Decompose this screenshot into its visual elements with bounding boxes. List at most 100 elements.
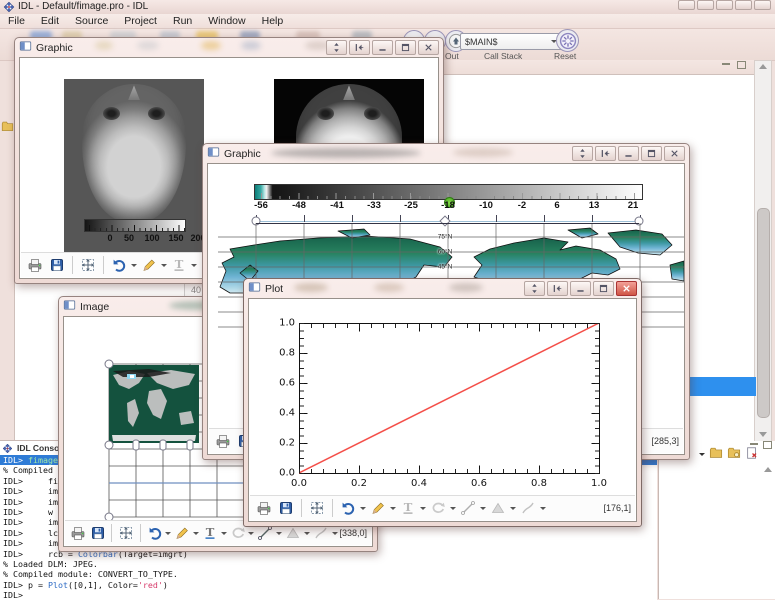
x-tick-label: 0.2 [351,478,367,489]
chevron-down-icon[interactable] [540,507,546,510]
chevron-down-icon[interactable] [510,507,516,510]
chevron-down-icon[interactable] [191,264,197,267]
chevron-down-icon[interactable] [248,532,254,535]
scroll-down-icon[interactable] [759,432,767,437]
polygon-tool-icon[interactable] [488,498,508,518]
selection-handle[interactable] [160,440,167,451]
graphic2-title: Graphic [224,148,261,160]
y-tick-label: 0.4 [269,408,295,419]
chevron-down-icon[interactable] [390,507,396,510]
close-button[interactable] [754,0,771,10]
reset-button[interactable] [556,29,579,52]
menu-file[interactable]: File [0,15,33,27]
save-icon[interactable] [276,498,296,518]
selection-handle[interactable] [105,360,114,369]
plot-window[interactable]: Plot 1.0 0.8 0.6 0.4 0.2 0.0 0.0 [243,278,642,527]
minimize-pane-icon[interactable] [750,443,758,445]
clear-file-icon[interactable] [745,446,759,465]
chevron-down-icon[interactable] [221,532,227,535]
fit-window-button[interactable] [326,40,347,55]
print-icon[interactable] [213,431,233,451]
dock-button[interactable] [349,40,370,55]
undo-icon[interactable] [109,255,129,275]
tick-label: 50 [124,233,134,243]
annotate-pencil-icon[interactable] [368,498,388,518]
maximize-pane-icon[interactable] [737,61,746,69]
maximize-button[interactable] [735,0,752,10]
scroll-up-icon[interactable] [764,467,772,472]
close-button[interactable] [664,146,685,161]
close-button[interactable] [616,281,637,296]
zoom-fit-icon[interactable] [117,523,135,543]
scrollbar-thumb[interactable] [757,208,770,418]
graphic2-titlebar[interactable]: Graphic [203,144,689,163]
chevron-down-icon[interactable] [276,532,282,535]
minimize-button[interactable] [618,146,639,161]
folder-lock-icon[interactable] [727,446,741,465]
call-stack-select[interactable]: $MAIN$ [460,33,562,50]
minimize-pane-icon[interactable] [722,63,730,65]
selection-handle[interactable] [187,440,194,451]
minimize-button[interactable] [570,281,591,296]
arrange-button[interactable] [678,0,695,10]
x-tick-label: 0.4 [411,478,427,489]
graphic1-titlebar[interactable]: Graphic [15,38,443,57]
freehand-tool-icon[interactable] [518,498,538,518]
close-button[interactable] [418,40,439,55]
minimize-button[interactable] [716,0,733,10]
project-folder-icon[interactable] [1,120,14,138]
maximize-button[interactable] [593,281,614,296]
chevron-down-icon[interactable] [161,264,167,267]
fit-window-button[interactable] [572,146,593,161]
chevron-down-icon[interactable] [304,532,310,535]
chevron-down-icon[interactable] [131,264,137,267]
open-folder-icon[interactable] [709,446,723,465]
history-panel[interactable] [658,441,775,599]
maximize-button[interactable] [641,146,662,161]
menu-window[interactable]: Window [200,15,253,27]
menu-edit[interactable]: Edit [33,15,67,27]
editor-scrollbar[interactable] [754,60,772,442]
maximize-button[interactable] [395,40,416,55]
menu-help[interactable]: Help [254,15,292,27]
chevron-down-icon[interactable] [480,507,486,510]
save-icon[interactable] [47,255,67,275]
chevron-down-icon[interactable] [450,507,456,510]
chevron-down-icon[interactable] [360,507,366,510]
selection-handle[interactable] [105,441,114,450]
text-tool-icon[interactable] [169,255,189,275]
annotate-pencil-icon[interactable] [173,523,191,543]
print-icon[interactable] [25,255,45,275]
scroll-up-icon[interactable] [759,64,767,69]
text-tool-icon[interactable] [201,523,219,543]
tick-label: -25 [404,200,418,211]
selection-handle[interactable] [133,440,140,451]
zoom-fit-icon[interactable] [78,255,98,275]
dock-button[interactable] [547,281,568,296]
print-icon[interactable] [69,523,87,543]
chevron-down-icon[interactable] [420,507,426,510]
print-icon[interactable] [254,498,274,518]
dock-button[interactable] [595,146,616,161]
view-menu-chevron-icon[interactable] [699,453,705,456]
maximize-pane-icon[interactable] [763,441,772,449]
annotate-pencil-icon[interactable] [139,255,159,275]
menu-source[interactable]: Source [67,15,116,27]
chevron-down-icon[interactable] [165,532,171,535]
menu-project[interactable]: Project [116,15,165,27]
fit-window-button[interactable] [524,281,545,296]
plot-titlebar[interactable]: Plot [244,279,641,298]
plot-canvas[interactable]: 1.0 0.8 0.6 0.4 0.2 0.0 0.0 0.2 0.4 0.6 … [248,298,637,522]
rotate-tool-icon[interactable] [428,498,448,518]
menu-run[interactable]: Run [165,15,200,27]
pin-button[interactable] [697,0,714,10]
minimize-button[interactable] [372,40,393,55]
undo-icon[interactable] [146,523,164,543]
chevron-down-icon[interactable] [193,532,199,535]
text-tool-icon[interactable] [398,498,418,518]
line-tool-icon[interactable] [458,498,478,518]
undo-icon[interactable] [338,498,358,518]
chevron-down-icon[interactable] [332,532,338,535]
save-icon[interactable] [89,523,107,543]
zoom-fit-icon[interactable] [307,498,327,518]
